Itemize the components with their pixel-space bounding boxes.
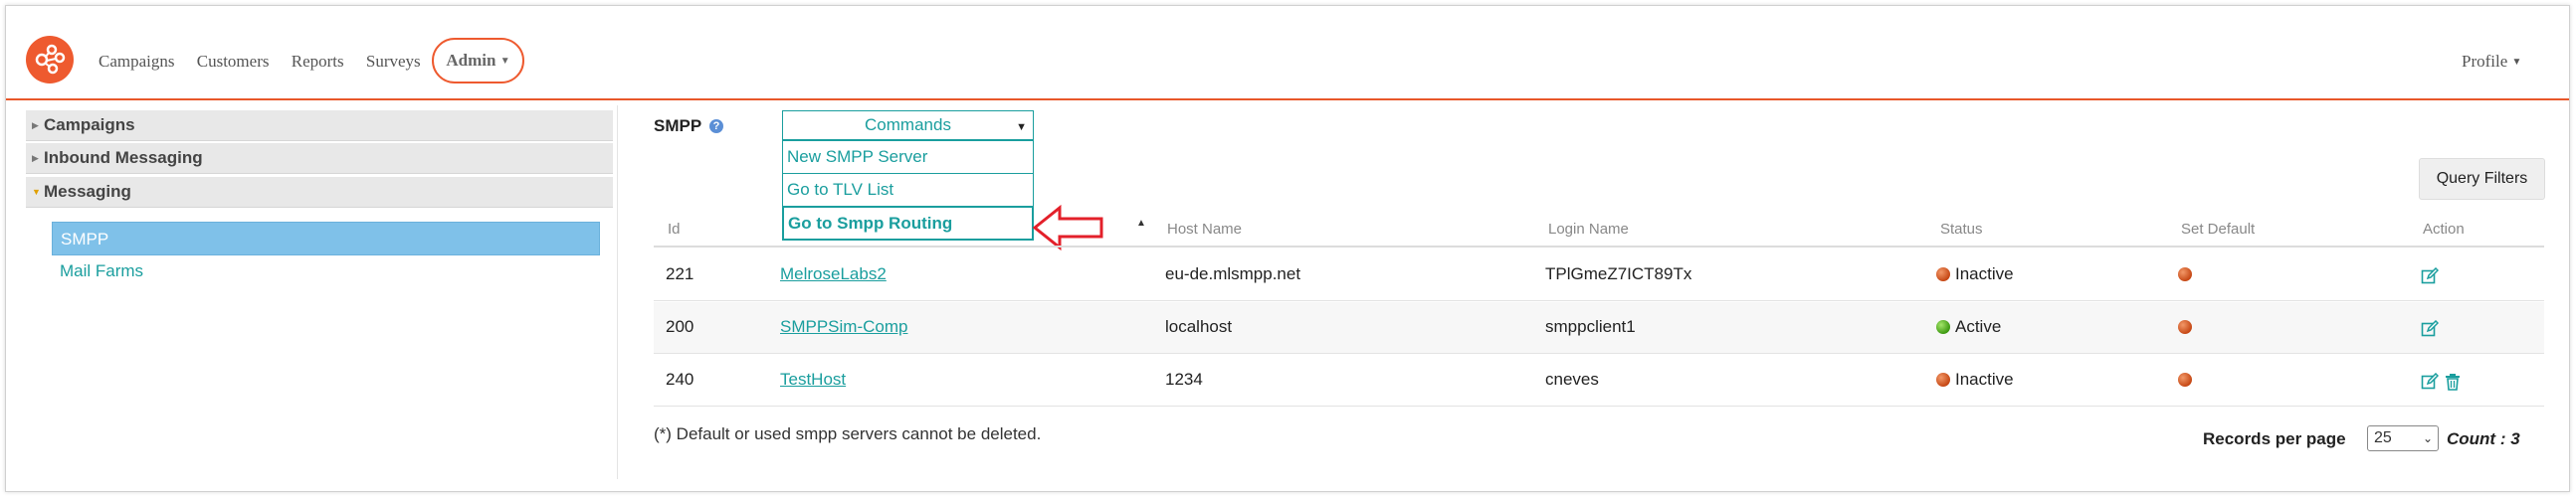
status-text: Inactive: [1955, 370, 2014, 389]
set-default-toggle[interactable]: [2178, 370, 2197, 390]
nav-surveys[interactable]: Surveys: [366, 52, 421, 71]
count-label: Count: [2447, 429, 2496, 448]
question-circle-icon[interactable]: ?: [709, 119, 723, 133]
chevron-down-icon: ▼: [499, 56, 510, 67]
sidebar-item-smpp[interactable]: SMPP: [52, 222, 600, 255]
commands-label: Commands: [865, 115, 951, 134]
status-text: Inactive: [1955, 264, 2014, 283]
status-dot-icon: [1936, 320, 1950, 334]
chevron-down-icon: ▼: [2511, 57, 2522, 68]
cell-id: 221: [666, 264, 694, 283]
cell-login-name: TPlGmeZ7ICT89Tx: [1545, 264, 1692, 283]
sidebar-group-label: Messaging: [44, 182, 131, 201]
admin-menu-button[interactable]: Admin ▼: [432, 38, 524, 83]
sidebar: ▶ Campaigns ▶ Inbound Messaging ▼ Messag…: [26, 105, 618, 479]
column-header-login-name[interactable]: Login Name: [1548, 221, 1629, 238]
cell-host-name: localhost: [1165, 317, 1233, 336]
column-header-action[interactable]: Action: [2423, 221, 2465, 238]
count-value: 3: [2510, 429, 2520, 448]
menu-item-go-to-tlv-list[interactable]: Go to TLV List: [783, 174, 1033, 207]
sidebar-group-inbound-messaging[interactable]: ▶ Inbound Messaging: [26, 143, 613, 174]
records-per-page-select[interactable]: 25 ⌄: [2367, 425, 2439, 451]
app-logo[interactable]: [26, 36, 74, 83]
sidebar-group-campaigns[interactable]: ▶ Campaigns: [26, 110, 613, 141]
page-title: SMPP: [654, 116, 702, 135]
records-per-page-value: 25: [2374, 429, 2392, 446]
caret-right-icon: ▶: [32, 153, 39, 163]
edit-icon[interactable]: [2421, 373, 2439, 391]
chevron-down-icon: ⌄: [2422, 431, 2433, 445]
sort-ascending-icon[interactable]: ▲: [1136, 218, 1146, 229]
column-header-id[interactable]: Id: [668, 221, 681, 238]
profile-menu[interactable]: Profile ▼: [2462, 52, 2521, 72]
cell-login-name: cneves: [1545, 370, 1599, 389]
app-window: Campaigns Customers Reports Surveys Admi…: [5, 5, 2570, 492]
dropdown-arrow-icon: ▼: [1016, 121, 1027, 133]
cell-id: 240: [666, 370, 694, 389]
status-text: Active: [1955, 317, 2002, 336]
sidebar-group-label: Inbound Messaging: [44, 148, 203, 167]
nav-reports[interactable]: Reports: [292, 52, 344, 71]
default-dot-icon: [2178, 320, 2192, 334]
table-row: 240 TestHost 1234 cneves Inactive: [654, 355, 2544, 407]
admin-label: Admin: [446, 51, 496, 70]
column-header-status[interactable]: Status: [1940, 221, 1983, 238]
status-dot-icon: [1936, 373, 1950, 387]
cell-host-name: 1234: [1165, 370, 1203, 389]
caret-right-icon: ▶: [32, 120, 39, 130]
set-default-toggle[interactable]: [2178, 317, 2197, 337]
status-badge: Inactive: [1936, 370, 2014, 390]
sidebar-item-mail-farms[interactable]: Mail Farms: [52, 254, 600, 288]
server-name-link[interactable]: TestHost: [780, 370, 846, 390]
status-dot-icon: [1936, 267, 1950, 281]
cell-host-name: eu-de.mlsmpp.net: [1165, 264, 1301, 283]
query-filters-button[interactable]: Query Filters: [2419, 158, 2545, 200]
sidebar-group-label: Campaigns: [44, 115, 135, 134]
caret-down-icon: ▼: [32, 187, 41, 197]
delete-note: (*) Default or used smpp servers cannot …: [654, 424, 1042, 443]
set-default-toggle[interactable]: [2178, 264, 2197, 284]
commands-dropdown[interactable]: Commands ▼: [782, 110, 1034, 140]
table-header: Id Host Name Login Name Status Set Defau…: [654, 208, 2544, 248]
records-per-page-label: Records per page: [2203, 429, 2346, 448]
cell-id: 200: [666, 317, 694, 336]
main-nav: Campaigns Customers Reports Surveys: [99, 52, 439, 72]
record-count: Count : 3: [2447, 429, 2520, 449]
sidebar-group-messaging[interactable]: ▼ Messaging: [26, 177, 613, 208]
server-name-link[interactable]: MelroseLabs2: [780, 264, 887, 284]
column-header-set-default[interactable]: Set Default: [2181, 221, 2255, 238]
profile-label: Profile: [2462, 52, 2508, 71]
server-name-link[interactable]: SMPPSim-Comp: [780, 317, 907, 337]
trash-icon[interactable]: [2445, 373, 2461, 391]
count-separator: :: [2499, 429, 2506, 448]
top-navbar: Campaigns Customers Reports Surveys Admi…: [6, 6, 2569, 100]
status-badge: Active: [1936, 317, 2001, 337]
status-badge: Inactive: [1936, 264, 2014, 284]
default-dot-icon: [2178, 373, 2192, 387]
column-header-host-name[interactable]: Host Name: [1167, 221, 1242, 238]
edit-icon[interactable]: [2421, 320, 2439, 338]
table-row: 221 MelroseLabs2 eu-de.mlsmpp.net TPlGme…: [654, 249, 2544, 301]
nav-campaigns[interactable]: Campaigns: [99, 52, 175, 71]
table-row: 200 SMPPSim-Comp localhost smppclient1 A…: [654, 302, 2544, 354]
default-dot-icon: [2178, 267, 2192, 281]
nav-customers[interactable]: Customers: [197, 52, 270, 71]
edit-icon[interactable]: [2421, 267, 2439, 285]
menu-item-new-smpp-server[interactable]: New SMPP Server: [783, 141, 1033, 174]
cell-login-name: smppclient1: [1545, 317, 1636, 336]
